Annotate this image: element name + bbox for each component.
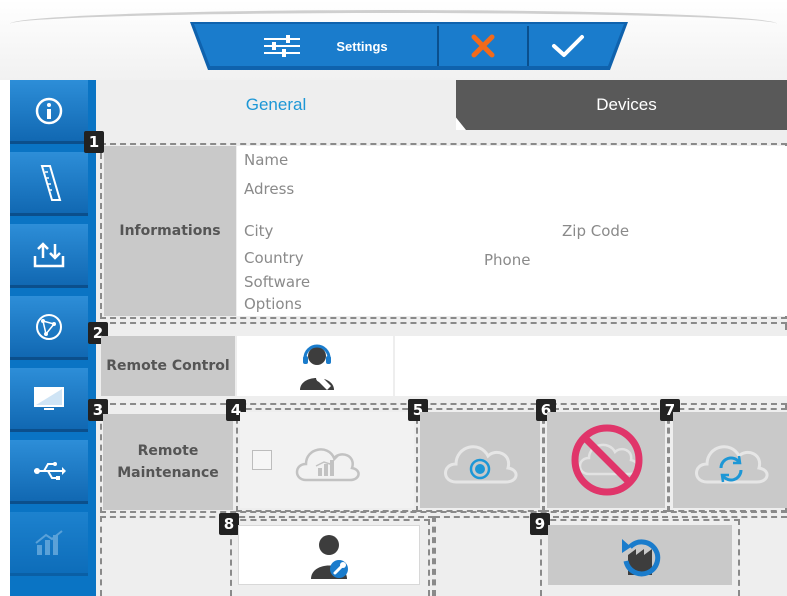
remote-control-button[interactable]	[237, 336, 393, 396]
user-service-button[interactable]	[238, 525, 420, 585]
sidebar-item-usb[interactable]	[10, 440, 88, 504]
sidebar-item-statistics[interactable]	[10, 512, 88, 576]
remote-maintenance-label-line1: Remote	[137, 443, 199, 459]
section-badge: 8	[219, 513, 239, 535]
informations-label: Informations	[104, 146, 236, 316]
factory-reset-icon	[622, 539, 661, 577]
sidebar	[10, 80, 96, 596]
info-icon	[35, 97, 63, 124]
remote-control-detail	[395, 336, 787, 396]
network-globe-icon	[36, 313, 62, 340]
upload-download-icon	[33, 241, 65, 267]
cloud-blocked-option[interactable]	[547, 412, 665, 508]
remote-maintenance-label-line2: Maintenance	[117, 465, 219, 481]
cloud-blocked-icon	[571, 424, 643, 496]
info-zip-code: Zip Code	[562, 222, 630, 240]
support-agent-icon	[300, 344, 334, 390]
close-icon	[471, 34, 495, 58]
info-name: Name	[244, 151, 289, 169]
tab-bar: Devices General	[96, 80, 787, 130]
chart-icon	[35, 529, 63, 555]
monitor-icon	[34, 386, 64, 410]
cloud-chart-checkbox[interactable]	[252, 450, 272, 470]
info-country: Country	[244, 249, 304, 267]
remote-control-label: Remote Control	[101, 336, 235, 396]
cloud-target-icon	[444, 445, 518, 484]
cloud-chart-icon	[295, 448, 360, 482]
tab-general[interactable]: General	[96, 80, 456, 130]
section-badge: 9	[530, 513, 550, 535]
user-wrench-icon	[311, 535, 348, 579]
info-software: Software	[244, 273, 311, 291]
info-phone: Phone	[484, 251, 531, 269]
tab-devices[interactable]: Devices	[426, 80, 787, 130]
cloud-connect-option[interactable]	[420, 412, 540, 508]
remote-maintenance-label: Remote Maintenance	[103, 414, 233, 510]
ruler-icon	[40, 164, 62, 201]
cloud-chart-option[interactable]	[240, 412, 414, 508]
info-city: City	[244, 222, 274, 240]
sidebar-item-ruler[interactable]	[10, 152, 88, 216]
check-icon	[552, 35, 584, 57]
cancel-button[interactable]	[438, 22, 528, 70]
cloud-sync-icon	[695, 445, 769, 484]
top-bar: Settings	[0, 0, 787, 80]
confirm-button[interactable]	[528, 22, 608, 70]
toolbar: Settings	[190, 22, 628, 70]
sliders-icon	[264, 35, 301, 57]
sidebar-item-network[interactable]	[10, 296, 88, 360]
settings-label: Settings	[336, 38, 388, 54]
section-badge: 1	[84, 131, 104, 153]
sidebar-item-info[interactable]	[10, 80, 88, 144]
info-options: Options	[244, 295, 302, 313]
info-address: Adress	[244, 180, 295, 198]
sidebar-item-display[interactable]	[10, 368, 88, 432]
cloud-sync-option[interactable]	[673, 412, 787, 508]
sidebar-item-transfer[interactable]	[10, 224, 88, 288]
factory-reset-button[interactable]	[548, 525, 732, 585]
section-remote-control-outline	[100, 322, 787, 330]
usb-icon	[34, 461, 66, 480]
settings-button[interactable]: Settings	[212, 22, 438, 70]
informations-panel	[237, 146, 787, 316]
